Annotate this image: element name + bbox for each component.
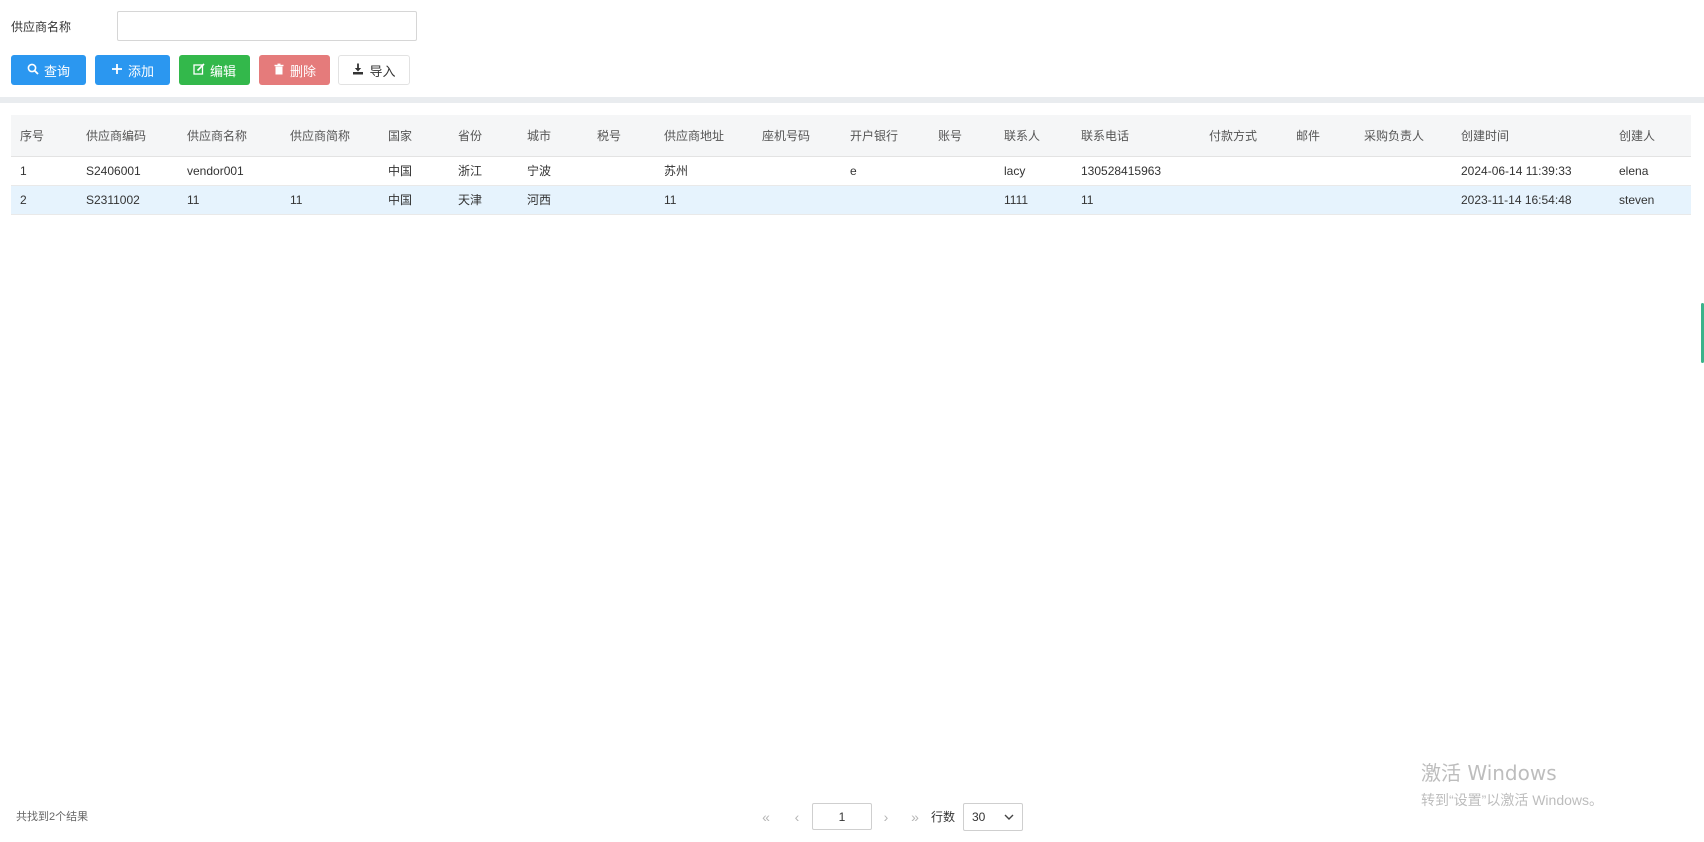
column-header-vendor-short[interactable]: 供应商简称 xyxy=(290,115,350,157)
cell-vendor-short: 11 xyxy=(290,193,303,207)
cell-contact-phone: 11 xyxy=(1081,193,1094,207)
vendor-name-label: 供应商名称 xyxy=(11,20,72,34)
cell-vendor-name: 11 xyxy=(187,193,200,207)
table-row[interactable]: 1 S2406001 vendor001 中国 浙江 宁波 苏州 e lacy … xyxy=(11,157,1691,186)
results-panel: 序号 供应商编码 供应商名称 供应商简称 国家 省份 城市 税号 供应商地址 座… xyxy=(0,103,1704,842)
column-header-creator[interactable]: 创建人 xyxy=(1619,115,1655,157)
filter-panel: 供应商名称 查询 添加 编辑 删除 导入 xyxy=(0,0,1704,97)
query-button[interactable]: 查询 xyxy=(11,55,86,85)
table-header: 序号 供应商编码 供应商名称 供应商简称 国家 省份 城市 税号 供应商地址 座… xyxy=(11,115,1691,157)
column-header-country[interactable]: 国家 xyxy=(388,115,412,157)
cell-vendor-code: S2311002 xyxy=(86,193,140,207)
cell-country: 中国 xyxy=(388,193,413,207)
query-label: 查询 xyxy=(43,63,70,79)
column-header-account[interactable]: 账号 xyxy=(938,115,962,157)
search-icon xyxy=(27,63,39,78)
cell-province: 天津 xyxy=(458,193,483,207)
edit-icon xyxy=(193,62,205,78)
download-icon xyxy=(352,63,364,78)
edit-button[interactable]: 编辑 xyxy=(179,55,250,85)
cell-vendor-name: vendor001 xyxy=(187,164,244,178)
page-number-input[interactable] xyxy=(812,803,872,830)
cell-index: 2 xyxy=(20,193,27,207)
watermark-subtitle: 转到“设置”以激活 Windows。 xyxy=(1421,792,1604,808)
column-header-contact[interactable]: 联系人 xyxy=(1004,115,1040,157)
cell-contact: lacy xyxy=(1004,164,1026,178)
cell-creator: elena xyxy=(1619,164,1649,178)
edit-label: 编辑 xyxy=(209,63,236,79)
column-header-city[interactable]: 城市 xyxy=(527,115,551,157)
watermark-title: 激活 Windows xyxy=(1421,761,1557,785)
column-header-index[interactable]: 序号 xyxy=(20,115,44,157)
delete-label: 删除 xyxy=(289,63,316,79)
cell-created-at: 2024-06-14 11:39:33 xyxy=(1461,164,1572,178)
column-header-phone[interactable]: 座机号码 xyxy=(762,115,810,157)
prev-page-button[interactable]: ‹ xyxy=(787,803,807,831)
rows-per-page-value: 30 xyxy=(972,810,986,824)
cell-created-at: 2023-11-14 16:54:48 xyxy=(1461,193,1572,207)
import-label: 导入 xyxy=(369,63,396,79)
column-header-vendor-name[interactable]: 供应商名称 xyxy=(187,115,247,157)
column-header-contact-phone[interactable]: 联系电话 xyxy=(1081,115,1129,157)
cell-address: 11 xyxy=(664,193,677,207)
cell-address: 苏州 xyxy=(664,164,689,178)
table-row-selected[interactable]: 2 S2311002 11 11 中国 天津 河西 11 1111 11 202… xyxy=(11,186,1691,215)
column-header-created-at[interactable]: 创建时间 xyxy=(1461,115,1509,157)
cell-bank: e xyxy=(850,164,857,178)
column-header-vendor-code[interactable]: 供应商编码 xyxy=(86,115,146,157)
vendor-name-input[interactable] xyxy=(117,11,417,41)
rows-per-page-select[interactable]: 30 xyxy=(963,803,1023,831)
first-page-button[interactable]: « xyxy=(756,803,776,831)
next-page-button[interactable]: › xyxy=(876,803,896,831)
cell-country: 中国 xyxy=(388,164,413,178)
cell-vendor-code: S2406001 xyxy=(86,164,141,178)
add-label: 添加 xyxy=(127,63,154,79)
cell-creator: steven xyxy=(1619,193,1655,207)
cell-city: 河西 xyxy=(527,193,552,207)
column-header-email[interactable]: 邮件 xyxy=(1296,115,1320,157)
cell-province: 浙江 xyxy=(458,164,483,178)
add-button[interactable]: 添加 xyxy=(95,55,170,85)
column-header-province[interactable]: 省份 xyxy=(458,115,482,157)
delete-button[interactable]: 删除 xyxy=(259,55,330,85)
windows-activation-watermark: 激活 Windows 转到“设置”以激活 Windows。 xyxy=(1421,757,1603,810)
import-button[interactable]: 导入 xyxy=(338,55,410,85)
rows-per-page-label: 行数 xyxy=(931,810,956,824)
vendor-table: 序号 供应商编码 供应商名称 供应商简称 国家 省份 城市 税号 供应商地址 座… xyxy=(11,115,1691,215)
column-header-payment[interactable]: 付款方式 xyxy=(1209,115,1257,157)
chevron-down-icon xyxy=(1004,810,1014,824)
column-header-bank[interactable]: 开户银行 xyxy=(850,115,898,157)
cell-contact: 1111 xyxy=(1004,193,1029,207)
plus-icon xyxy=(111,63,123,78)
trash-icon xyxy=(273,63,285,78)
cell-contact-phone: 130528415963 xyxy=(1081,164,1162,178)
column-header-buyer[interactable]: 采购负责人 xyxy=(1364,115,1424,157)
cell-city: 宁波 xyxy=(527,164,552,178)
last-page-button[interactable]: » xyxy=(905,803,925,831)
cell-index: 1 xyxy=(20,164,27,178)
column-header-tax-id[interactable]: 税号 xyxy=(597,115,621,157)
column-header-address[interactable]: 供应商地址 xyxy=(664,115,724,157)
